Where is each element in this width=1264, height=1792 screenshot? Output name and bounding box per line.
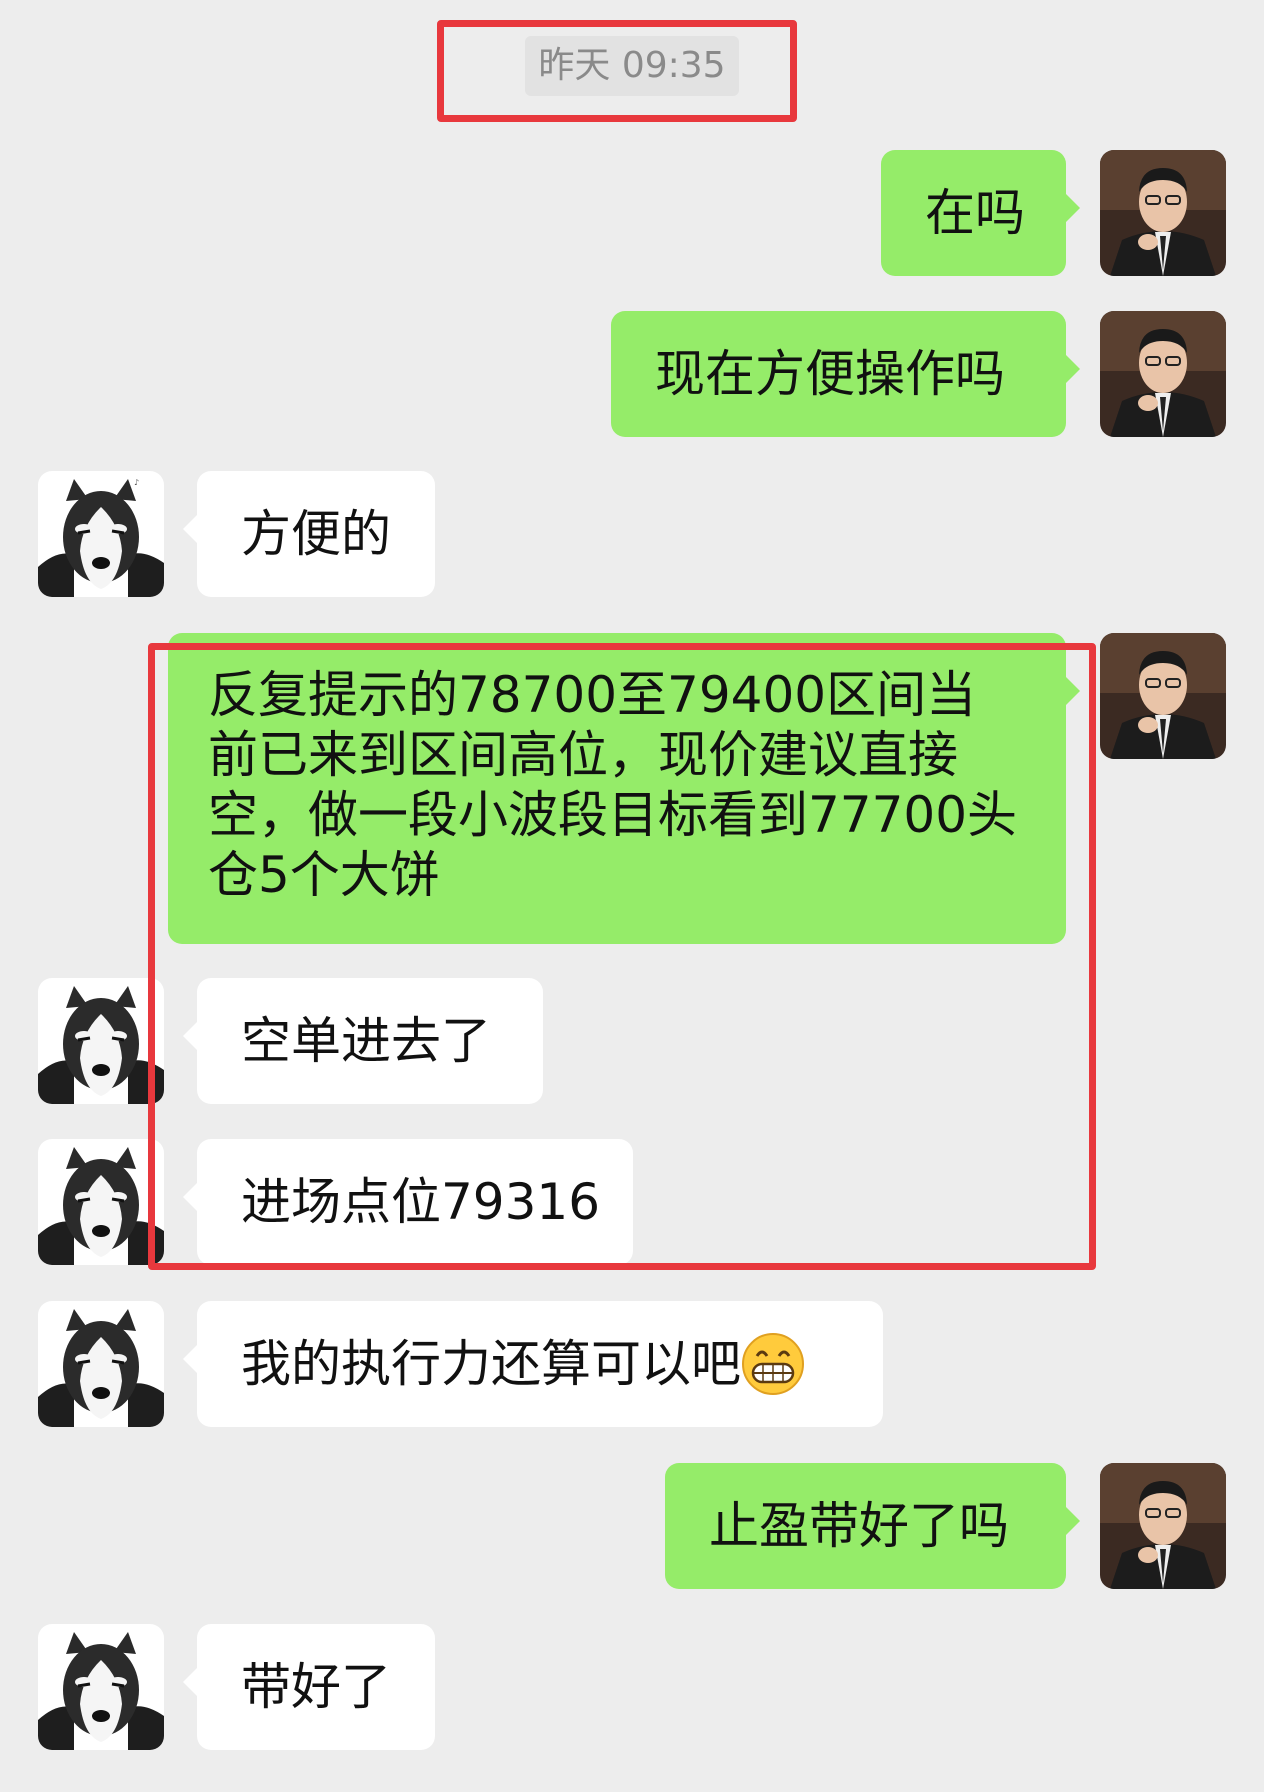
husky-dog-avatar-icon bbox=[38, 1139, 164, 1265]
husky-dog-avatar-icon bbox=[38, 1624, 164, 1750]
husky-dog-avatar-icon bbox=[38, 1301, 164, 1427]
sent-message-bubble[interactable]: 在吗 bbox=[881, 150, 1080, 276]
message-text: 止盈带好了吗 bbox=[709, 1497, 1009, 1555]
self-avatar[interactable] bbox=[1100, 311, 1226, 437]
sent-message-bubble[interactable]: 反复提示的78700至79400区间当前已来到区间高位，现价建议直接空，做一段小… bbox=[168, 633, 1080, 944]
message-text: 进场点位79316 bbox=[241, 1173, 601, 1231]
message-text: 我的执行力还算可以吧 bbox=[241, 1335, 741, 1393]
message-text: 方便的 bbox=[241, 505, 391, 563]
person-avatar-icon bbox=[1100, 633, 1226, 759]
message-text: 空单进去了 bbox=[241, 1012, 491, 1070]
message-text: 现在方便操作吗 bbox=[655, 345, 1005, 403]
svg-text:♪: ♪ bbox=[134, 478, 139, 487]
message-text: 反复提示的78700至79400区间当前已来到区间高位，现价建议直接空，做一段小… bbox=[208, 666, 1018, 904]
person-avatar-icon bbox=[1100, 150, 1226, 276]
contact-avatar[interactable] bbox=[38, 1624, 164, 1750]
grinning-face-icon bbox=[741, 1332, 805, 1396]
received-message-bubble[interactable]: 进场点位79316 bbox=[183, 1139, 633, 1265]
husky-dog-avatar-icon bbox=[38, 978, 164, 1104]
person-avatar-icon bbox=[1100, 311, 1226, 437]
self-avatar[interactable] bbox=[1100, 150, 1226, 276]
received-message-bubble[interactable]: 我的执行力还算可以吧 bbox=[183, 1301, 883, 1427]
contact-avatar[interactable] bbox=[38, 978, 164, 1104]
contact-avatar[interactable]: ♪ bbox=[38, 471, 164, 597]
contact-avatar[interactable] bbox=[38, 1139, 164, 1265]
received-message-bubble[interactable]: 方便的 bbox=[183, 471, 435, 597]
self-avatar[interactable] bbox=[1100, 1463, 1226, 1589]
husky-dog-avatar-icon: ♪ bbox=[38, 471, 164, 597]
self-avatar[interactable] bbox=[1100, 633, 1226, 759]
message-text: 带好了 bbox=[241, 1658, 391, 1716]
received-message-bubble[interactable]: 空单进去了 bbox=[183, 978, 543, 1104]
person-avatar-icon bbox=[1100, 1463, 1226, 1589]
sent-message-bubble[interactable]: 止盈带好了吗 bbox=[665, 1463, 1080, 1589]
sent-message-bubble[interactable]: 现在方便操作吗 bbox=[611, 311, 1080, 437]
received-message-bubble[interactable]: 带好了 bbox=[183, 1624, 435, 1750]
chat-window: 昨天 09:35 在吗 现在方便操作吗 ♪ 方便的 反复提示的78700至794… bbox=[0, 0, 1264, 1792]
message-timestamp: 昨天 09:35 bbox=[525, 36, 739, 96]
contact-avatar[interactable] bbox=[38, 1301, 164, 1427]
message-text: 在吗 bbox=[925, 184, 1025, 242]
